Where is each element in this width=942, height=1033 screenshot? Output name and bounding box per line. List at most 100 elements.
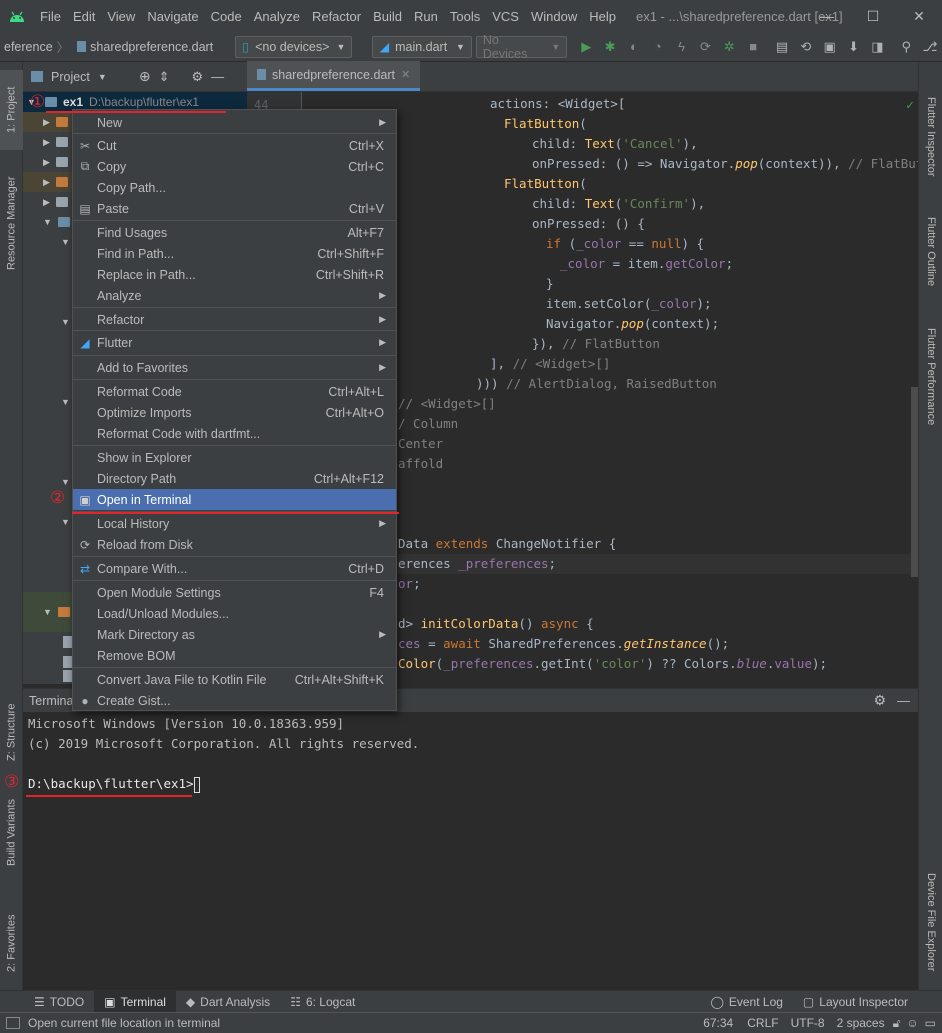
editor-tab[interactable]: sharedpreference.dart ✕ <box>247 61 421 91</box>
ctx-item-reload-from-disk[interactable]: ⟳ Reload from Disk <box>73 534 396 555</box>
run-icon[interactable]: ▶ <box>575 36 597 58</box>
menu-view[interactable]: View <box>101 9 141 24</box>
gear-icon[interactable]: ⚙ <box>873 692 886 709</box>
dart-analysis-tab[interactable]: ◆ Dart Analysis <box>176 991 280 1013</box>
line-separator[interactable]: CRLF <box>747 1016 778 1030</box>
indent-setting[interactable]: 2 spaces <box>837 1016 885 1030</box>
ctx-item-mark-directory-as[interactable]: Mark Directory as ▶ <box>73 624 396 645</box>
ctx-item-optimize-imports[interactable]: Optimize Imports Ctrl+Alt+O <box>73 402 396 423</box>
stop-icon[interactable]: ■ <box>742 36 764 58</box>
locate-icon[interactable]: ⊕ <box>139 68 151 85</box>
ctx-item-create-gist[interactable]: ● Create Gist... <box>73 690 396 711</box>
toggle-tool-windows-icon[interactable] <box>6 1017 20 1029</box>
ctx-item-analyze[interactable]: Analyze ▶ <box>73 285 396 306</box>
ctx-item-open-in-terminal[interactable]: ▣ Open in Terminal <box>73 489 396 510</box>
event-log-tab[interactable]: ◯ Event Log <box>700 991 792 1013</box>
menu-file[interactable]: File <box>34 9 67 24</box>
project-structure-icon[interactable]: ▤ <box>771 36 793 58</box>
device-file-explorer-tab[interactable]: Device File Explorer <box>919 857 942 987</box>
menu-navigate[interactable]: Navigate <box>141 9 204 24</box>
flutter-outline-tab[interactable]: Flutter Outline <box>919 202 942 302</box>
flutter-inspector-tab[interactable]: Flutter Inspector <box>919 82 942 192</box>
ctx-item-compare-with[interactable]: ⇄ Compare With... Ctrl+D <box>73 558 396 579</box>
menu-refactor[interactable]: Refactor <box>306 9 367 24</box>
sdk-download-icon[interactable]: ◨ <box>866 36 888 58</box>
maximize-button[interactable]: ☐ <box>850 0 896 32</box>
hector-icon[interactable]: ☺ <box>906 1016 918 1030</box>
ctx-item-cut[interactable]: ✂ Cut Ctrl+X <box>73 135 396 156</box>
project-tool-tab[interactable]: 1: Project <box>0 70 23 150</box>
ctx-item-find-in-path[interactable]: Find in Path... Ctrl+Shift+F <box>73 243 396 264</box>
breadcrumb-file[interactable]: sharedpreference.dart <box>73 40 217 54</box>
apply-changes-icon[interactable]: ϟ <box>671 36 693 58</box>
gear-icon[interactable]: ⚙ <box>191 69 203 85</box>
menu-vcs[interactable]: VCS <box>486 9 525 24</box>
ctx-item-local-history[interactable]: Local History ▶ <box>73 513 396 534</box>
ctx-item-find-usages[interactable]: Find Usages Alt+F7 <box>73 222 396 243</box>
menu-edit[interactable]: Edit <box>67 9 101 24</box>
close-tab-icon[interactable]: ✕ <box>401 68 410 81</box>
ctx-item-refactor[interactable]: Refactor ▶ <box>73 309 396 330</box>
ctx-item-add-to-favorites[interactable]: Add to Favorites ▶ <box>73 357 396 378</box>
devices-selector[interactable]: No Devices ▼ <box>475 33 568 61</box>
build-variants-tab[interactable]: Build Variants <box>0 782 23 882</box>
apply-code-changes-icon[interactable]: ⟳ <box>695 36 717 58</box>
ctx-item-new[interactable]: New ▶ <box>73 112 396 133</box>
ctx-item-reformat-code-with-dartfmt[interactable]: Reformat Code with dartfmt... <box>73 423 396 444</box>
terminal-tab[interactable]: ▣ Terminal <box>94 990 176 1013</box>
ctx-item-directory-path[interactable]: Directory Path Ctrl+Alt+F12 <box>73 468 396 489</box>
terminal-output[interactable]: Microsoft Windows [Version 10.0.18363.95… <box>23 712 918 990</box>
resource-manager-tab[interactable]: Resource Manager <box>0 158 23 288</box>
todo-tab[interactable]: ☰ TODO <box>24 991 94 1013</box>
menu-tools[interactable]: Tools <box>444 9 486 24</box>
structure-tab[interactable]: Z: Structure <box>0 692 23 772</box>
hide-icon[interactable]: — <box>211 69 224 84</box>
attach-debugger-icon[interactable]: ✲ <box>718 36 740 58</box>
ctx-item-convert-java-file-to-kotlin-file[interactable]: Convert Java File to Kotlin File Ctrl+Alt… <box>73 669 396 690</box>
ctx-item-copy[interactable]: ⧉ Copy Ctrl+C <box>73 156 396 177</box>
ctx-item-paste[interactable]: ▤ Paste Ctrl+V <box>73 198 396 219</box>
debug-icon[interactable]: ✱ <box>599 36 621 58</box>
menu-build[interactable]: Build <box>367 9 408 24</box>
flutter-performance-tab[interactable]: Flutter Performance <box>919 312 942 442</box>
ctx-item-remove-bom[interactable]: Remove BOM <box>73 645 396 666</box>
menu-help[interactable]: Help <box>583 9 622 24</box>
breadcrumb-folder[interactable]: eference 〉 <box>0 37 73 56</box>
minimize-button[interactable]: — <box>804 0 850 32</box>
caret-position[interactable]: 67:34 <box>703 1016 733 1030</box>
ctx-item-show-in-explorer[interactable]: Show in Explorer <box>73 447 396 468</box>
editor-scrollbar[interactable] <box>911 387 918 577</box>
lock-icon[interactable]: 🔓︎ <box>893 1016 901 1031</box>
ctx-item-reformat-code[interactable]: Reformat Code Ctrl+Alt+L <box>73 381 396 402</box>
menu-run[interactable]: Run <box>408 9 444 24</box>
chevron-down-icon[interactable]: ▼ <box>98 72 107 82</box>
sdk-manager-icon[interactable]: ⬇ <box>843 36 865 58</box>
search-icon[interactable]: ⚲ <box>895 36 917 58</box>
ctx-item-open-module-settings[interactable]: Open Module Settings F4 <box>73 582 396 603</box>
menu-window[interactable]: Window <box>525 9 583 24</box>
device-selector[interactable]: ▯ <no devices> ▼ <box>235 35 353 58</box>
collapse-all-icon[interactable]: ⇕ <box>159 69 170 85</box>
ctx-item-label: Convert Java File to Kotlin File <box>97 672 267 687</box>
ctx-item-copy-path[interactable]: Copy Path... <box>73 177 396 198</box>
coverage-icon[interactable]: ◐ <box>623 36 645 58</box>
flutter-inspector-tab-label: Flutter Inspector <box>925 97 937 177</box>
file-encoding[interactable]: UTF-8 <box>791 1016 825 1030</box>
ctx-item-replace-in-path[interactable]: Replace in Path... Ctrl+Shift+R <box>73 264 396 285</box>
sync-icon[interactable]: ⟲ <box>795 36 817 58</box>
layout-inspector-tab[interactable]: ▢ Layout Inspector <box>793 991 918 1013</box>
project-view-selector[interactable]: Project <box>51 70 90 84</box>
ctx-item-load-unload-modules[interactable]: Load/Unload Modules... <box>73 603 396 624</box>
git-icon[interactable]: ⎇ <box>919 36 941 58</box>
hide-icon[interactable]: — <box>897 693 910 708</box>
avd-manager-icon[interactable]: ▣ <box>819 36 841 58</box>
favorites-tab[interactable]: 2: Favorites <box>0 898 23 988</box>
ctx-item-flutter[interactable]: ◢ Flutter ▶ <box>73 332 396 353</box>
profile-icon[interactable]: ◔ <box>647 36 669 58</box>
logcat-tab[interactable]: ☷ 6: Logcat <box>280 991 365 1013</box>
notifications-icon[interactable]: ▭ <box>925 1016 936 1030</box>
close-window-button[interactable]: ✕ <box>896 0 942 32</box>
menu-code[interactable]: Code <box>205 9 248 24</box>
run-config-selector[interactable]: ◢ main.dart ▼ <box>372 35 472 58</box>
menu-analyze[interactable]: Analyze <box>248 9 306 24</box>
